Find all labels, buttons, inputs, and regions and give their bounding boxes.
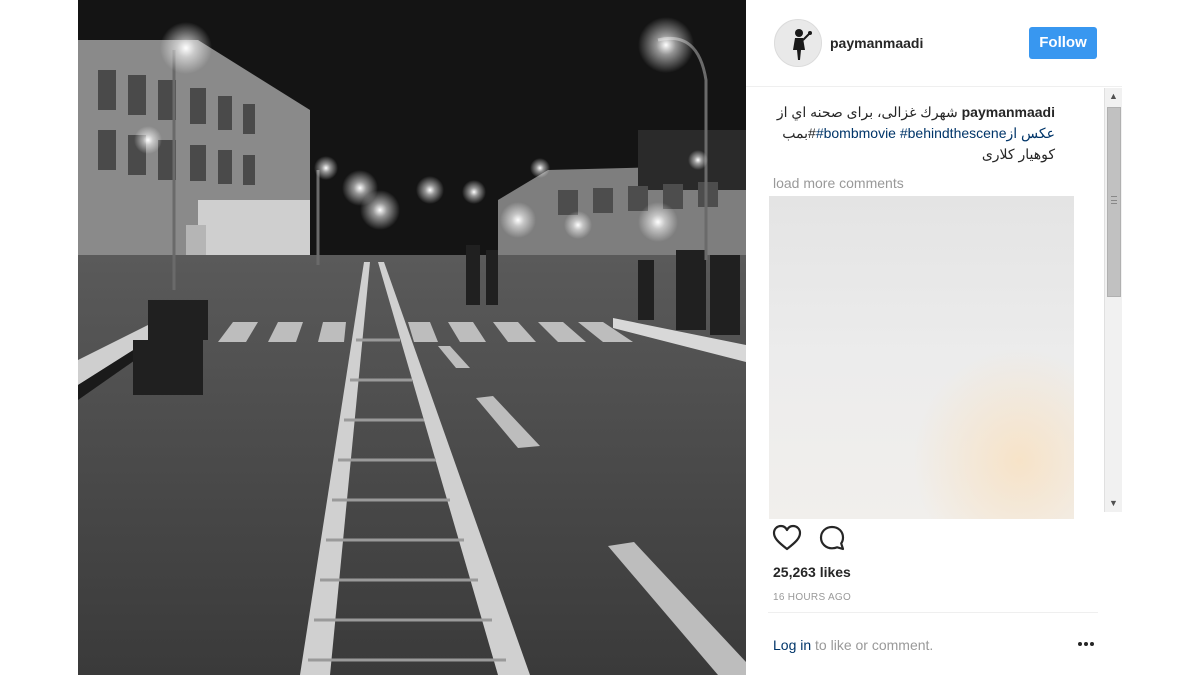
- caption-line-1: paymanmaadi شهرك غزالى، براى صحنه اي از: [773, 102, 1055, 123]
- login-prompt: Log in to like or comment.: [773, 637, 933, 653]
- comment-bubble-icon[interactable]: [818, 524, 846, 552]
- login-prompt-text: to like or comment.: [811, 637, 934, 653]
- caption-text-1: شهرك غزالى، براى صحنه اي از: [776, 104, 958, 120]
- heart-icon[interactable]: [772, 524, 802, 552]
- post-caption: paymanmaadi شهرك غزالى، براى صحنه اي از …: [773, 102, 1055, 165]
- post-footer: Log in to like or comment.: [768, 612, 1098, 675]
- post-header: paymanmaadi Follow: [746, 0, 1122, 87]
- night-street-rail-photo: [78, 0, 746, 675]
- avatar-figure-icon: [775, 20, 821, 66]
- blurred-overlay: [769, 196, 1074, 519]
- post-sidebar: paymanmaadi Follow paymanmaadi شهرك غزال…: [746, 0, 1122, 675]
- caption-hashtag-bomb[interactable]: #بمب: [782, 125, 816, 141]
- scroll-down-arrow-icon[interactable]: ▼: [1105, 495, 1122, 512]
- login-link[interactable]: Log in: [773, 637, 811, 653]
- caption-line-3: كوهيار كلارى: [773, 144, 1055, 165]
- post-photo[interactable]: [78, 0, 746, 675]
- follow-button[interactable]: Follow: [1029, 27, 1097, 59]
- avatar[interactable]: [774, 19, 822, 67]
- caption-line-2: عكس از#bombmovie #behindthescene#بمب: [773, 123, 1055, 144]
- scroll-thumb[interactable]: [1107, 107, 1121, 297]
- caption-hashtags[interactable]: #bombmovie #behindthescene: [816, 125, 1007, 141]
- likes-count[interactable]: 25,263 likes: [773, 564, 851, 580]
- comments-area: paymanmaadi شهرك غزالى، براى صحنه اي از …: [768, 88, 1122, 519]
- ellipsis-icon[interactable]: [1076, 637, 1096, 651]
- caption-username[interactable]: paymanmaadi: [962, 104, 1055, 120]
- caption-text-3: كوهيار كلارى: [981, 146, 1055, 162]
- load-more-comments-link[interactable]: load more comments: [773, 175, 904, 191]
- post-username[interactable]: paymanmaadi: [830, 35, 923, 51]
- scroll-up-arrow-icon[interactable]: ▲: [1105, 88, 1122, 105]
- comments-scrollbar[interactable]: ▲ ▼: [1104, 88, 1122, 512]
- post-timestamp[interactable]: 16 HOURS AGO: [773, 592, 851, 603]
- caption-link-text[interactable]: عكس از: [1007, 125, 1055, 141]
- scroll-grip-icon: [1111, 196, 1117, 204]
